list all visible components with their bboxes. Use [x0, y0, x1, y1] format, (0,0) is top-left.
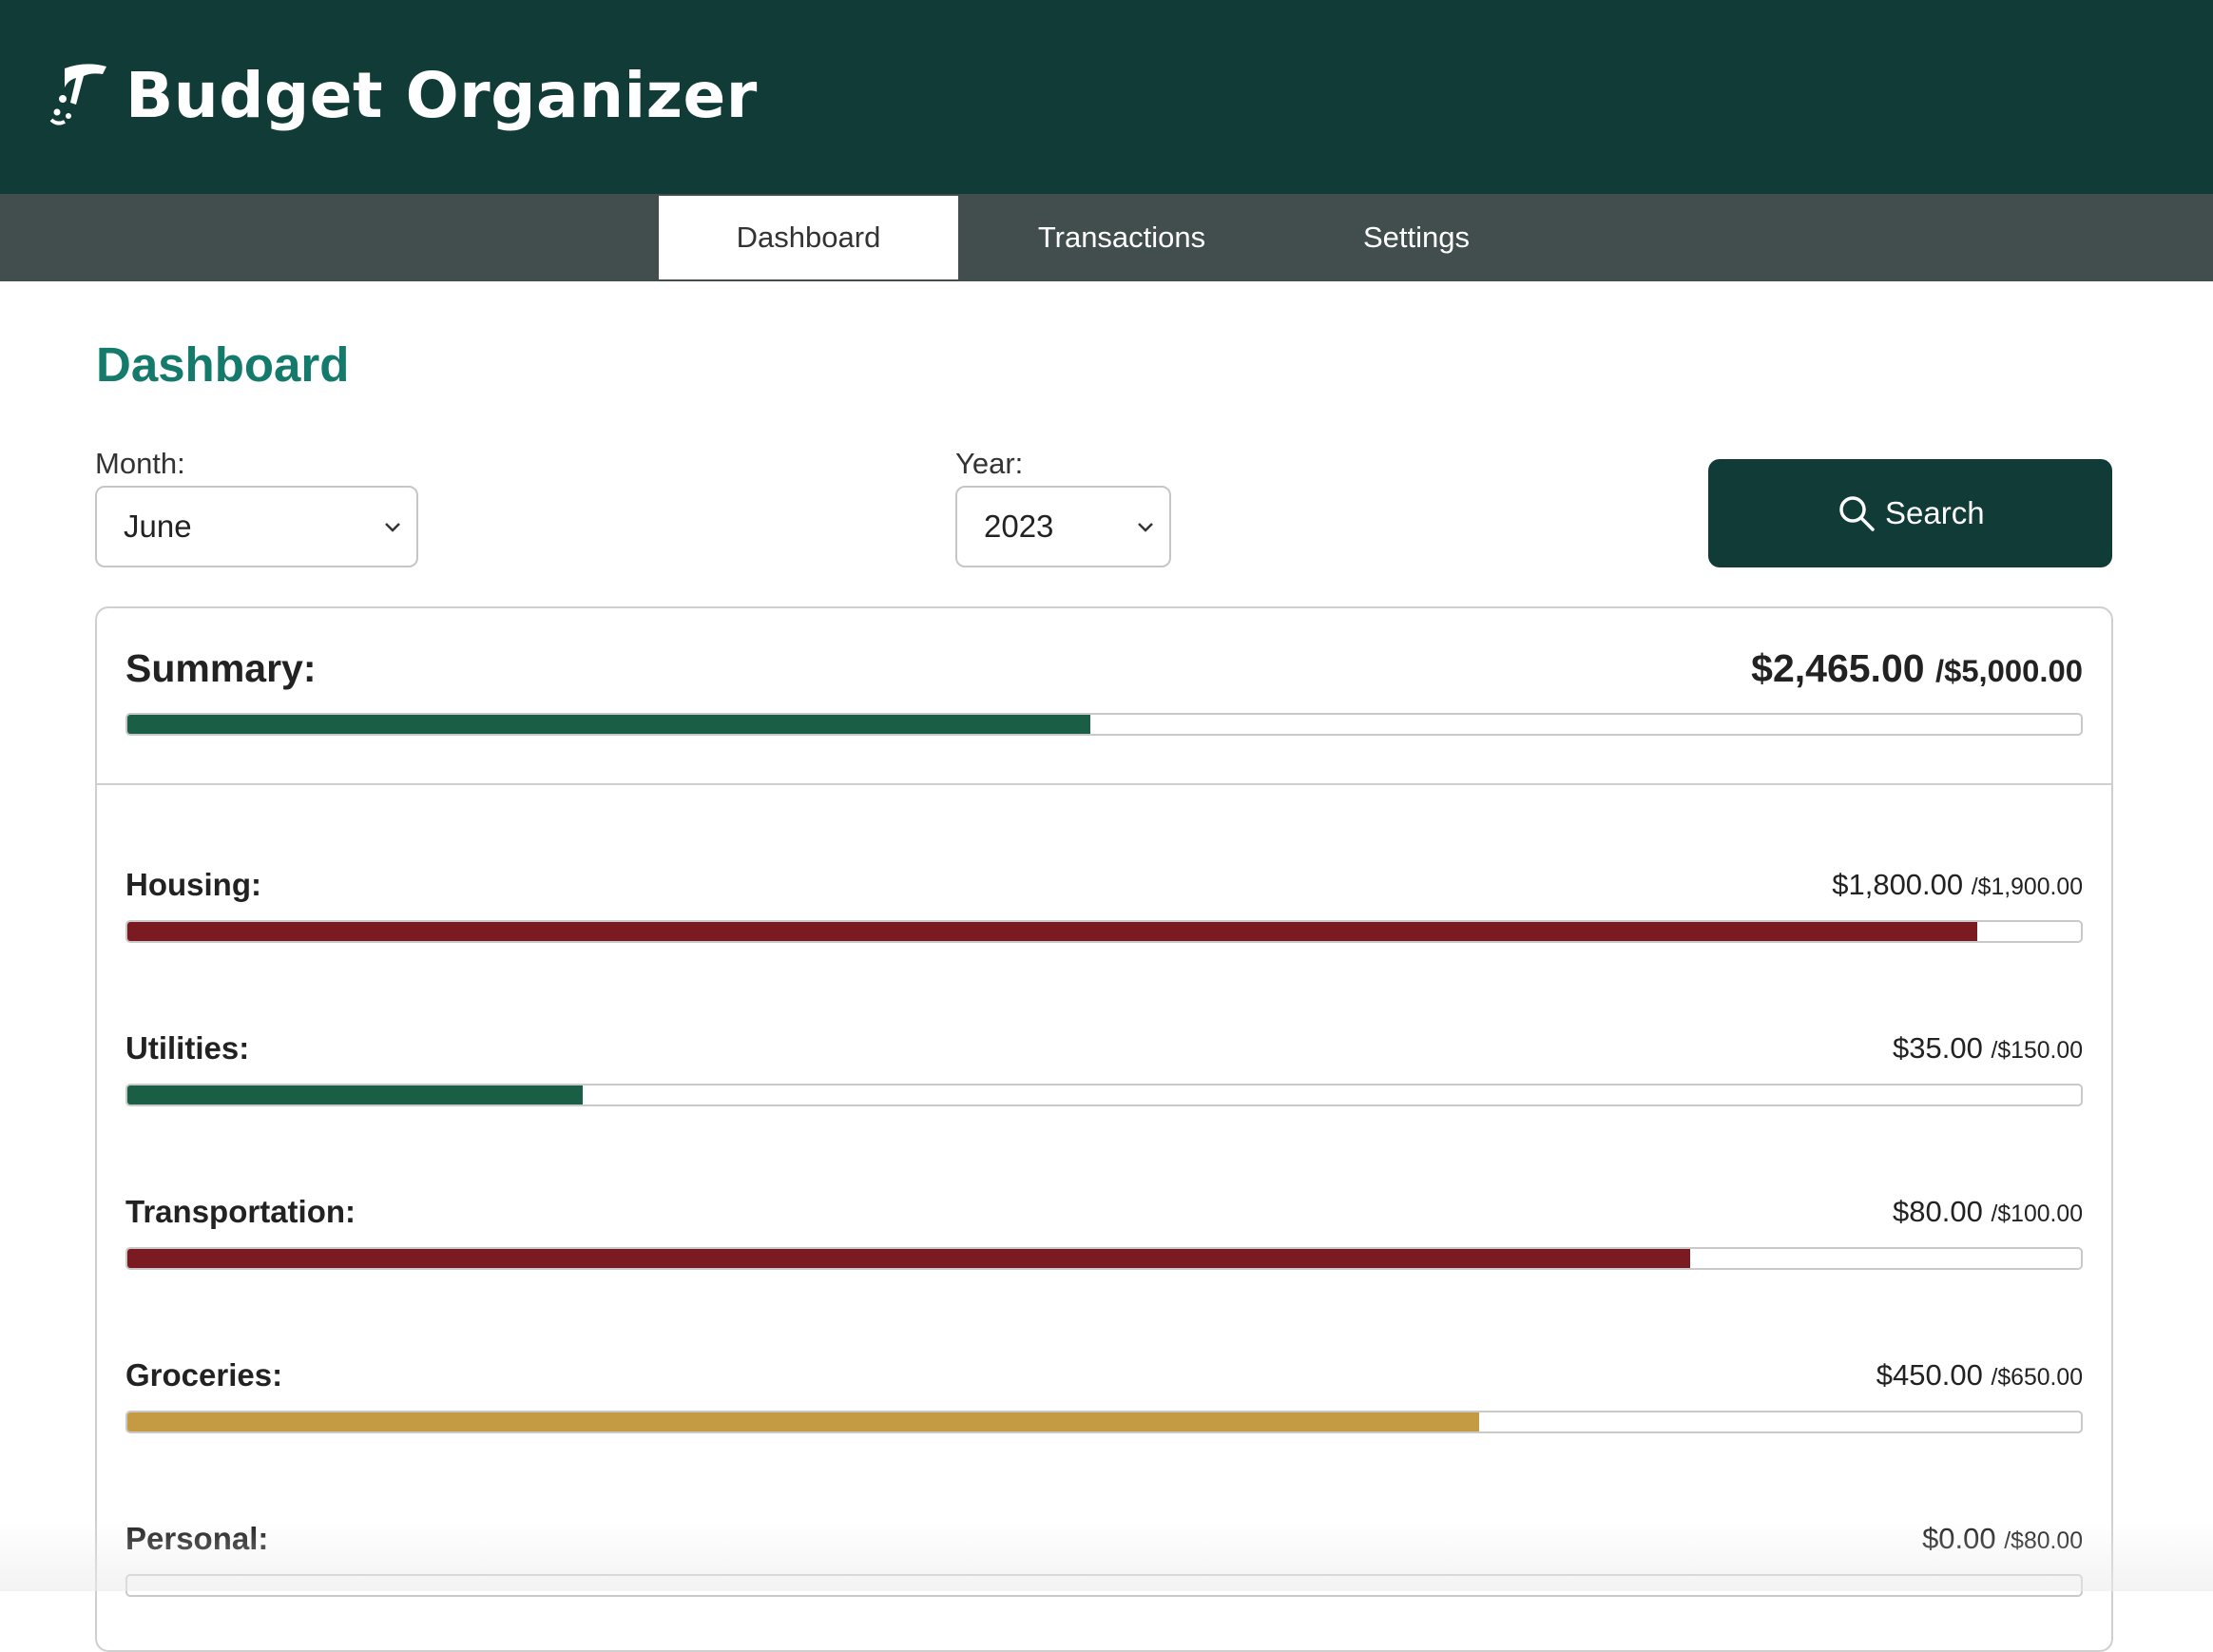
category-label-utilities: Utilities: — [125, 1030, 250, 1066]
category-progress-bar-personal — [125, 1574, 2083, 1597]
category-amount-groceries: $450.00 /$650.00 — [1876, 1355, 2083, 1398]
category-budget: /$1,900.00 — [1971, 874, 2083, 900]
summary-progress-bar — [125, 713, 2083, 736]
chevron-down-icon — [385, 523, 400, 532]
category-spent: $80.00 — [1893, 1195, 1983, 1228]
category-budget: /$150.00 — [1991, 1038, 2083, 1064]
category-spent: $35.00 — [1893, 1031, 1983, 1065]
category-budget: /$80.00 — [2004, 1528, 2083, 1554]
chevron-down-icon — [1138, 523, 1153, 532]
summary-amount: $2,465.00 /$5,000.00 — [1751, 644, 2083, 695]
category-progress-fill — [127, 1412, 1480, 1431]
pen-nib-icon — [49, 64, 106, 125]
app-header: Budget Organizer — [0, 0, 2213, 194]
search-icon — [1839, 496, 1875, 531]
search-button-label: Search — [1885, 495, 1985, 530]
category-progress-bar-utilities — [125, 1084, 2083, 1106]
category-amount-utilities: $35.00 /$150.00 — [1893, 1028, 2083, 1071]
tab-transactions[interactable]: Transactions — [989, 196, 1255, 279]
category-progress-bar-groceries — [125, 1411, 2083, 1433]
category-progress-bar-housing — [125, 920, 2083, 943]
budget-card: Summary: $2,465.00 /$5,000.00 Housing: $1… — [95, 606, 2113, 1652]
category-budget: /$650.00 — [1991, 1365, 2083, 1391]
app-title: Budget Organizer — [125, 59, 758, 132]
summary-label: Summary: — [125, 646, 317, 690]
category-progress-fill — [127, 922, 1978, 941]
year-select[interactable]: 2023 — [955, 486, 1171, 567]
month-label: Month: — [95, 447, 185, 480]
category-progress-fill — [127, 1249, 1690, 1268]
category-label-housing: Housing: — [125, 867, 261, 902]
category-label-personal: Personal: — [125, 1521, 269, 1556]
tab-dashboard[interactable]: Dashboard — [659, 196, 958, 279]
category-spent: $450.00 — [1876, 1358, 1983, 1392]
category-amount-personal: $0.00 /$80.00 — [1922, 1519, 2083, 1562]
category-label-transportation: Transportation: — [125, 1194, 356, 1229]
category-amount-housing: $1,800.00 /$1,900.00 — [1832, 865, 2083, 908]
category-amount-transportation: $80.00 /$100.00 — [1893, 1192, 2083, 1235]
month-select[interactable]: June — [95, 486, 418, 567]
year-select-value: 2023 — [984, 509, 1054, 544]
summary-progress-fill — [127, 715, 1091, 734]
category-progress-fill — [127, 1085, 583, 1105]
search-button[interactable]: Search — [1708, 459, 2112, 567]
category-spent: $0.00 — [1922, 1522, 1996, 1555]
card-divider — [97, 783, 2111, 785]
summary-spent: $2,465.00 — [1751, 646, 1925, 690]
category-budget: /$100.00 — [1991, 1201, 2083, 1227]
category-label-groceries: Groceries: — [125, 1357, 283, 1393]
tab-settings[interactable]: Settings — [1312, 196, 1521, 279]
month-select-value: June — [124, 509, 192, 544]
summary-budget: /$5,000.00 — [1934, 653, 2083, 688]
category-progress-bar-transportation — [125, 1247, 2083, 1270]
page-title: Dashboard — [96, 337, 350, 392]
nav-bar: Dashboard Transactions Settings — [0, 194, 2213, 281]
category-spent: $1,800.00 — [1832, 868, 1964, 901]
year-label: Year: — [955, 447, 1024, 480]
